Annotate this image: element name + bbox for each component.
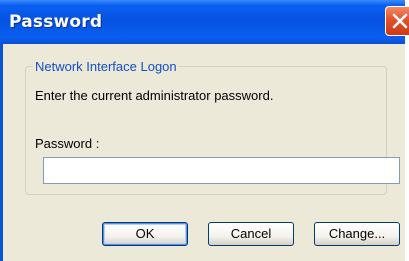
password-input[interactable]: [43, 157, 400, 184]
password-dialog: Password Network Interface Logon Enter t…: [0, 0, 409, 261]
title-bar[interactable]: Password: [0, 0, 409, 44]
cancel-button[interactable]: Cancel: [208, 222, 294, 246]
ok-button[interactable]: OK: [102, 222, 188, 246]
instruction-text: Enter the current administrator password…: [35, 88, 274, 103]
group-label: Network Interface Logon: [35, 59, 177, 74]
close-button[interactable]: [385, 6, 409, 36]
change-button[interactable]: Change...: [314, 222, 400, 246]
window-title: Password: [9, 12, 103, 32]
close-icon: [392, 13, 408, 29]
password-label: Password :: [35, 136, 100, 151]
dialog-body: Network Interface Logon Enter the curren…: [3, 44, 405, 261]
